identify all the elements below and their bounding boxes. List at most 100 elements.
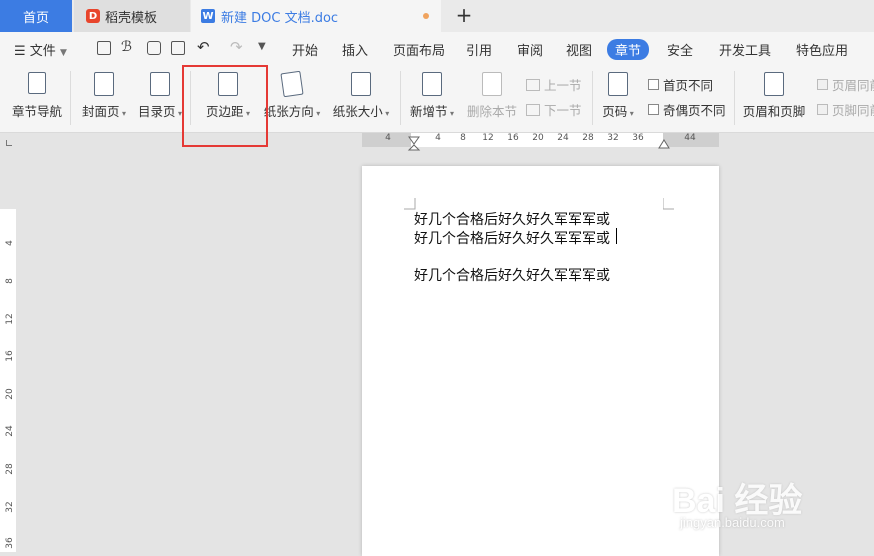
page-orientation-label: 纸张方向 ▾ [263, 104, 321, 119]
ribbon-divider [70, 71, 71, 125]
first-page-different-label: 首页不同 [663, 78, 714, 93]
crop-mark-icon [663, 198, 674, 210]
next-section-icon [526, 103, 540, 116]
prev-section-button[interactable]: 上一节 [526, 75, 582, 94]
vertical-ruler-margin [0, 150, 16, 209]
document-text-line[interactable]: 好几个合格后好久好久军军军或 [414, 209, 610, 229]
toc-page-icon [150, 72, 170, 96]
print-icon[interactable] [147, 41, 161, 55]
menu-developer[interactable]: 开发工具 [719, 40, 771, 59]
menu-special[interactable]: 特色应用 [796, 40, 848, 59]
new-section-button[interactable]: 新增节 ▾ [406, 65, 458, 125]
ruler-tick-label: 24 [5, 425, 15, 437]
first-page-different-checkbox[interactable]: 首页不同 [648, 75, 713, 94]
paper-size-button[interactable]: 纸张大小 ▾ [330, 65, 392, 125]
menu-review[interactable]: 审阅 [517, 40, 543, 59]
ruler-tick-label: 36 [5, 537, 15, 549]
new-section-icon [422, 72, 442, 96]
header-same-as-previous-checkbox[interactable]: 页眉同前 [817, 75, 874, 94]
header-footer-icon [764, 72, 784, 96]
next-section-button[interactable]: 下一节 [526, 100, 582, 119]
footer-same-label: 页脚同前 [832, 103, 874, 118]
file-menu[interactable]: ☰ 文件 ▼ [14, 40, 67, 59]
ruler-tick-label: 4 [385, 133, 391, 143]
ribbon-divider [734, 71, 735, 125]
section-nav-button[interactable]: 章节导航 [8, 65, 66, 125]
menu-security[interactable]: 安全 [667, 40, 693, 59]
file-menu-label: 文件 [29, 44, 56, 59]
ruler-tick-label: 4 [5, 240, 15, 246]
ruler-tick-label: 20 [5, 388, 15, 400]
delete-section-icon [482, 72, 502, 96]
highlight-annotation [182, 65, 268, 147]
paper-size-icon [351, 72, 371, 96]
menu-start[interactable]: 开始 [292, 40, 318, 59]
quick-access-more-icon[interactable]: ▼ [258, 41, 266, 52]
menu-section[interactable]: 章节 [607, 39, 650, 60]
menu-bar: ☰ 文件 ▼ ℬ ↶ ↷ ▼ 开始 插入 页面布局 引用 审阅 视图 章节 安全… [0, 32, 874, 65]
delete-section-label: 删除本节 [466, 104, 517, 119]
unsaved-dot-icon [423, 13, 429, 19]
delete-section-button[interactable]: 删除本节 [464, 65, 520, 125]
save-icon[interactable] [97, 41, 111, 55]
right-indent-marker-icon[interactable] [657, 138, 671, 150]
ruler-tick-label: 8 [460, 133, 466, 143]
header-footer-button[interactable]: 页眉和页脚 [740, 65, 808, 125]
ruler-tick-label: 4 [435, 133, 441, 143]
ruler-tick-label: 32 [5, 501, 15, 513]
tab-daoke-label: 稻壳模板 [105, 10, 158, 26]
tab-document[interactable]: W 新建 DOC 文档.doc [191, 0, 441, 32]
tab-daoke-template[interactable]: D 稻壳模板 [74, 0, 190, 32]
wps-writer-icon: W [201, 9, 215, 23]
ruler-tick-label: 16 [507, 133, 519, 143]
header-footer-label: 页眉和页脚 [742, 104, 806, 119]
page-orientation-button[interactable]: 纸张方向 ▾ [262, 65, 322, 125]
section-nav-label: 章节导航 [11, 104, 62, 119]
section-nav-icon [28, 72, 46, 94]
menu-page-layout[interactable]: 页面布局 [393, 40, 445, 59]
menu-insert[interactable]: 插入 [342, 40, 368, 59]
document-text-line[interactable]: 好几个合格后好久好久军军军或 [414, 265, 610, 285]
checkbox-icon [648, 79, 659, 90]
redo-icon[interactable]: ↷ [230, 38, 243, 56]
cover-page-label: 封面页 ▾ [81, 104, 127, 119]
ribbon-divider [592, 71, 593, 125]
checkbox-icon [648, 104, 659, 115]
ruler-tick-label: 36 [632, 133, 644, 143]
page-orientation-icon [280, 70, 304, 98]
format-painter-icon[interactable]: ℬ [121, 39, 132, 55]
cover-page-button[interactable]: 封面页 ▾ [78, 65, 130, 125]
odd-even-different-label: 奇偶页不同 [663, 103, 726, 118]
prev-section-icon [526, 78, 540, 91]
tab-home[interactable]: 首页 [0, 0, 72, 32]
ruler-tick-label: 32 [607, 133, 619, 143]
chevron-down-icon: ▼ [59, 48, 67, 58]
footer-same-as-previous-checkbox[interactable]: 页脚同前 [817, 100, 874, 119]
tab-home-label: 首页 [22, 10, 49, 26]
daoke-logo-icon: D [86, 9, 100, 23]
watermark-url: jingyan.baidu.com [680, 515, 785, 530]
checkbox-icon [817, 79, 828, 90]
toc-page-button[interactable]: 目录页 ▾ [134, 65, 186, 125]
menu-references[interactable]: 引用 [466, 40, 492, 59]
document-text-line[interactable]: 好几个合格后好久好久军军军或 [414, 228, 610, 248]
page-number-label: 页码 ▾ [602, 104, 634, 119]
odd-even-different-checkbox[interactable]: 奇偶页不同 [648, 100, 726, 119]
ruler-tick-label: 28 [5, 463, 15, 475]
toc-page-label: 目录页 ▾ [137, 104, 183, 119]
text-cursor [616, 228, 617, 244]
indent-marker-icon[interactable] [405, 136, 423, 154]
ruler-tick-label: 12 [482, 133, 494, 143]
next-section-label: 下一节 [544, 103, 582, 118]
tab-bar: 首页 D 稻壳模板 W 新建 DOC 文档.doc + [0, 0, 874, 32]
ruler-tick-label: 16 [5, 350, 15, 362]
baidu-watermark: Bai 经验 jingyan.baidu.com [672, 455, 872, 535]
page-number-icon [608, 72, 628, 96]
cover-page-icon [94, 72, 114, 96]
print-preview-icon[interactable] [171, 41, 185, 55]
undo-icon[interactable]: ↶ [197, 38, 210, 56]
page-number-button[interactable]: 页码 ▾ [598, 65, 638, 125]
menu-view[interactable]: 视图 [566, 40, 592, 59]
prev-section-label: 上一节 [544, 78, 582, 93]
new-tab-button[interactable]: + [453, 4, 475, 26]
